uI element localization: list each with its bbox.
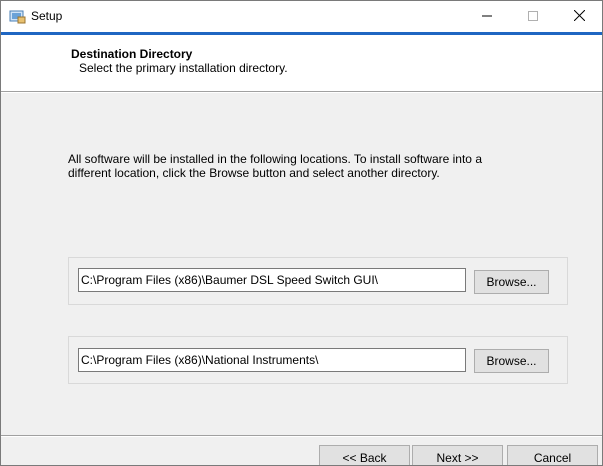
- destination-path-field[interactable]: C:\Program Files (x86)\National Instrume…: [78, 348, 466, 372]
- setup-window: Setup Destination Directory Select the p…: [0, 0, 603, 466]
- window-title: Setup: [31, 9, 63, 23]
- cancel-button[interactable]: Cancel: [507, 445, 598, 465]
- page-title: Destination Directory: [71, 47, 193, 61]
- page-header: Destination Directory Select the primary…: [1, 35, 602, 91]
- browse-button[interactable]: Browse...: [474, 349, 549, 373]
- next-button[interactable]: Next >>: [412, 445, 503, 465]
- close-button[interactable]: [556, 1, 602, 32]
- title-bar[interactable]: Setup: [1, 1, 602, 32]
- instructions-text: All software will be installed in the fo…: [68, 152, 482, 180]
- destination-path-field[interactable]: C:\Program Files (x86)\Baumer DSL Speed …: [78, 268, 466, 292]
- minimize-icon: [482, 10, 492, 24]
- footer-divider: [1, 435, 602, 437]
- header-divider: [1, 91, 602, 93]
- setup-icon: [9, 9, 26, 24]
- back-button[interactable]: << Back: [319, 445, 410, 465]
- maximize-icon: [528, 10, 538, 24]
- maximize-button[interactable]: [510, 1, 556, 32]
- page-subtitle: Select the primary installation director…: [79, 61, 288, 75]
- minimize-button[interactable]: [464, 1, 510, 32]
- browse-button[interactable]: Browse...: [474, 270, 549, 294]
- close-icon: [573, 9, 585, 24]
